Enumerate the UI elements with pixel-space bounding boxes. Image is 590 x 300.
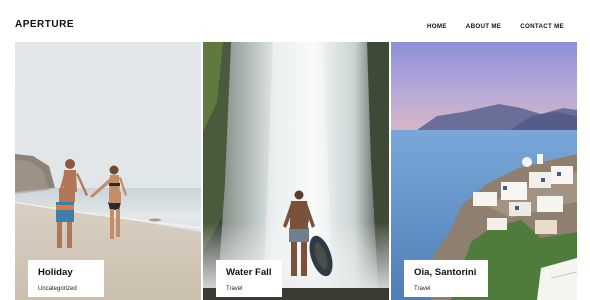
- post-card-holiday[interactable]: Holiday Uncategorized: [15, 42, 201, 300]
- nav-item-home[interactable]: HOME: [427, 23, 447, 31]
- site-header: APERTURE HOME ABOUT ME CONTACT ME: [0, 0, 590, 42]
- post-category[interactable]: Travel: [226, 285, 272, 293]
- post-grid: Holiday Uncategorized Water Fall Travel …: [15, 42, 577, 300]
- post-category[interactable]: Travel: [414, 285, 478, 293]
- post-category[interactable]: Uncategorized: [38, 285, 94, 293]
- nav-item-contact-me[interactable]: CONTACT ME: [520, 23, 564, 31]
- post-title[interactable]: Oia, Santorini: [414, 267, 478, 279]
- post-card-oia-santorini[interactable]: Oia, Santorini Travel: [391, 42, 577, 300]
- post-card-water-fall[interactable]: Water Fall Travel: [203, 42, 389, 300]
- post-label: Oia, Santorini Travel: [404, 260, 488, 297]
- main-nav: HOME ABOUT ME CONTACT ME: [408, 23, 564, 31]
- post-title[interactable]: Holiday: [38, 267, 94, 279]
- post-title[interactable]: Water Fall: [226, 267, 272, 279]
- nav-item-about-me[interactable]: ABOUT ME: [466, 23, 501, 31]
- post-label: Holiday Uncategorized: [28, 260, 104, 297]
- post-label: Water Fall Travel: [216, 260, 282, 297]
- site-logo[interactable]: APERTURE: [15, 19, 74, 31]
